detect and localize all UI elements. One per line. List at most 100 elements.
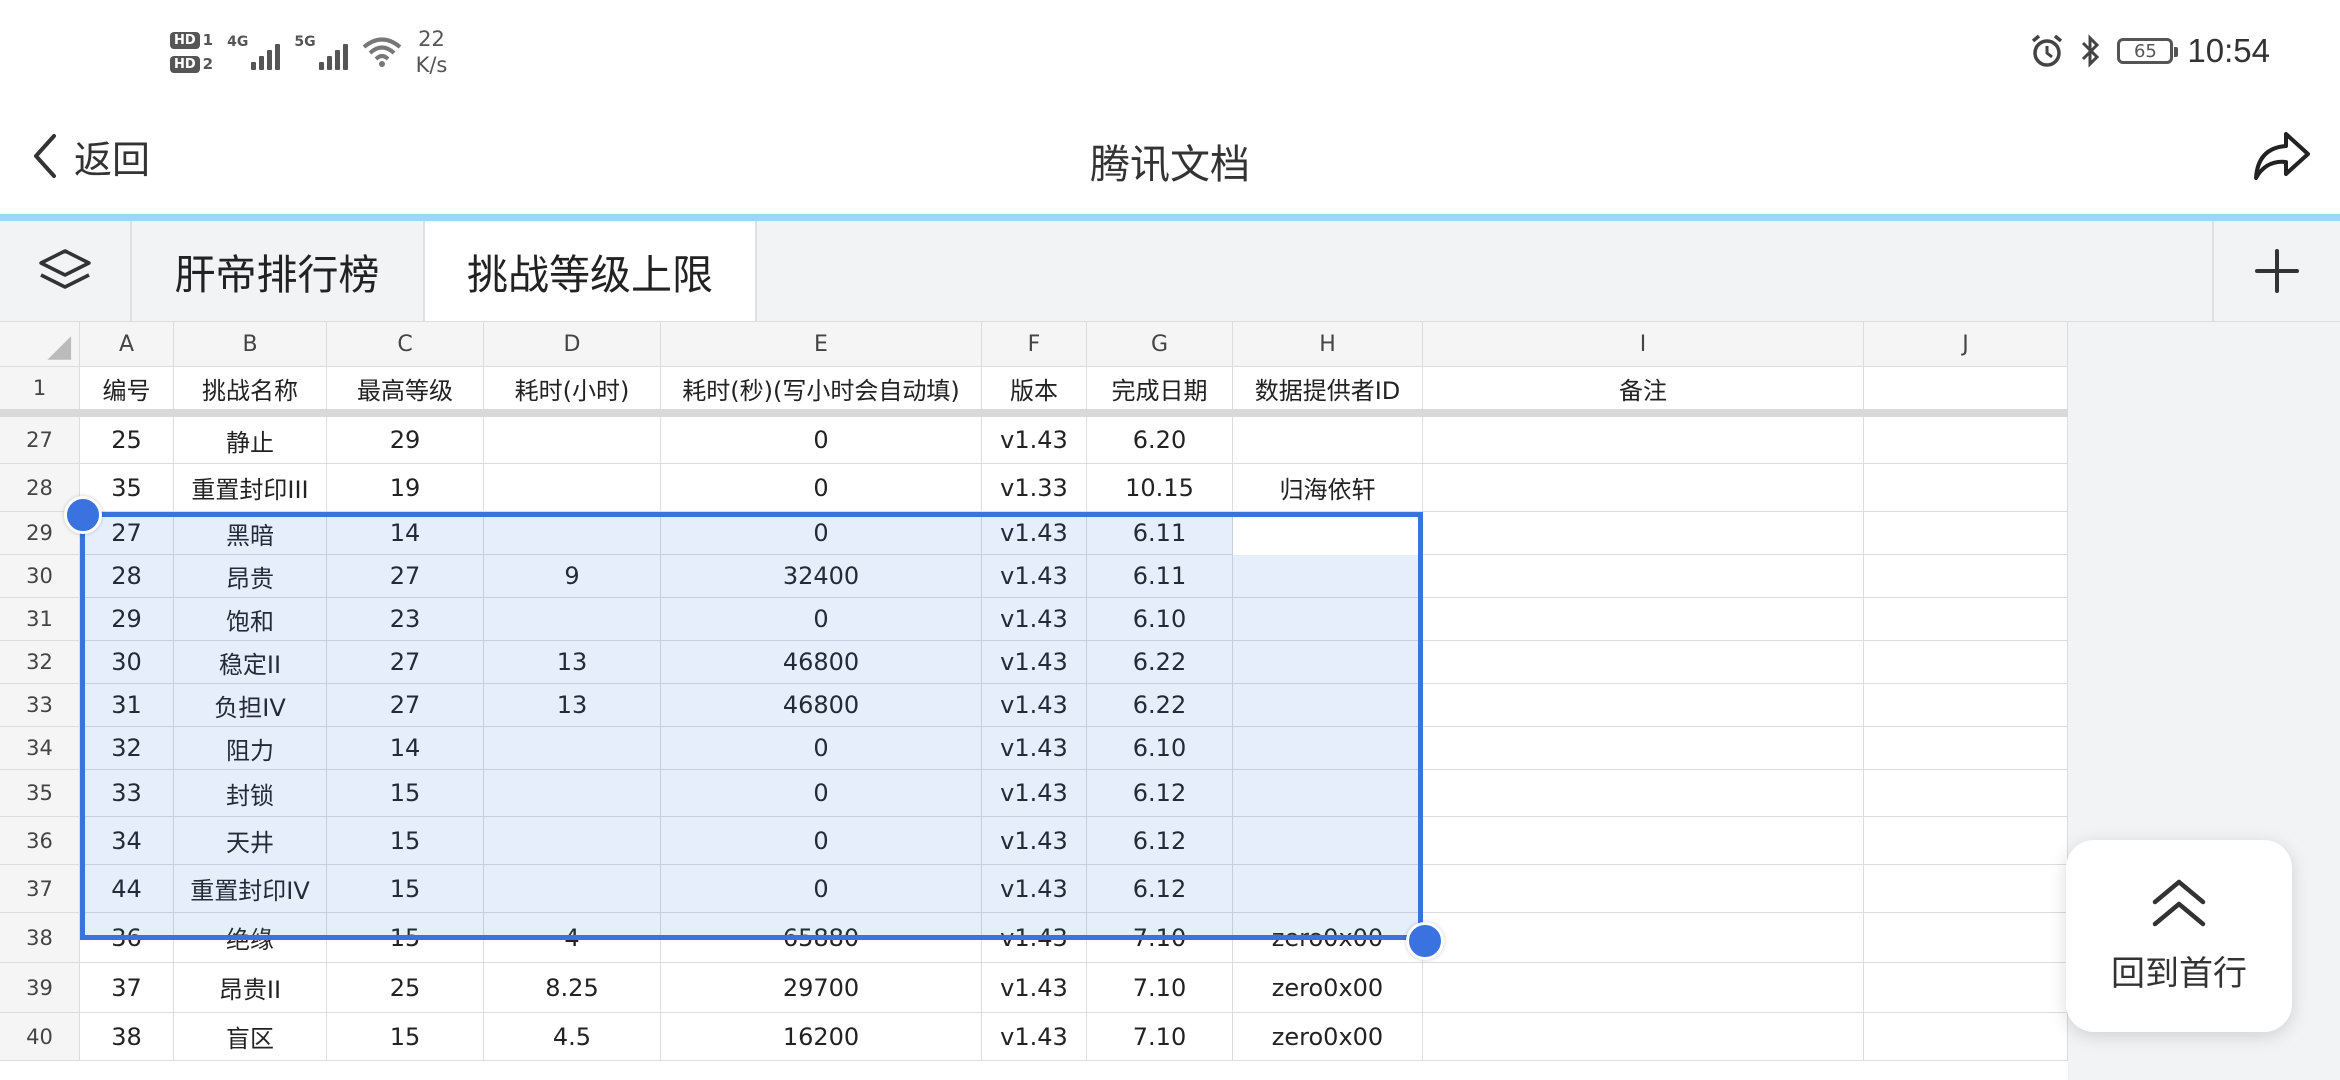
row-header[interactable]: 32 bbox=[0, 641, 80, 684]
table-cell[interactable]: v1.43 bbox=[982, 727, 1087, 770]
table-cell[interactable]: v1.43 bbox=[982, 817, 1087, 865]
table-cell[interactable] bbox=[1423, 464, 1864, 512]
table-cell[interactable]: 10.15 bbox=[1087, 464, 1233, 512]
table-cell[interactable]: 38 bbox=[80, 1013, 174, 1061]
table-cell[interactable]: 0 bbox=[661, 727, 982, 770]
table-cell[interactable]: v1.43 bbox=[982, 963, 1087, 1013]
table-cell[interactable] bbox=[484, 770, 661, 817]
table-cell[interactable]: 负担IV bbox=[174, 684, 327, 727]
table-cell[interactable] bbox=[1864, 464, 2068, 512]
table-cell[interactable]: 19 bbox=[327, 464, 484, 512]
table-cell[interactable]: 0 bbox=[661, 817, 982, 865]
table-cell[interactable]: 29700 bbox=[661, 963, 982, 1013]
table-cell[interactable] bbox=[1864, 684, 2068, 727]
table-cell[interactable]: 27 bbox=[327, 641, 484, 684]
table-cell[interactable]: 30 bbox=[80, 641, 174, 684]
table-cell[interactable]: 32 bbox=[80, 727, 174, 770]
table-cell[interactable]: 44 bbox=[80, 865, 174, 913]
header-cell[interactable]: 完成日期 bbox=[1087, 367, 1233, 410]
header-cell[interactable]: 编号 bbox=[80, 367, 174, 410]
row-header[interactable]: 33 bbox=[0, 684, 80, 727]
column-header[interactable]: J bbox=[1864, 322, 2068, 367]
table-cell[interactable]: 7.10 bbox=[1087, 1013, 1233, 1061]
table-cell[interactable]: 13 bbox=[484, 684, 661, 727]
table-cell[interactable] bbox=[1233, 417, 1423, 464]
column-header[interactable]: H bbox=[1233, 322, 1423, 367]
table-cell[interactable] bbox=[1423, 417, 1864, 464]
table-cell[interactable]: 33 bbox=[80, 770, 174, 817]
table-cell[interactable] bbox=[484, 865, 661, 913]
table-cell[interactable]: zero0x00 bbox=[1233, 963, 1423, 1013]
table-cell[interactable]: zero0x00 bbox=[1233, 913, 1423, 963]
table-cell[interactable] bbox=[484, 512, 661, 555]
table-cell[interactable]: v1.43 bbox=[982, 512, 1087, 555]
table-cell[interactable]: 天井 bbox=[174, 817, 327, 865]
table-cell[interactable]: v1.43 bbox=[982, 770, 1087, 817]
column-header[interactable]: A bbox=[80, 322, 174, 367]
table-cell[interactable] bbox=[1423, 641, 1864, 684]
table-cell[interactable]: 昂贵II bbox=[174, 963, 327, 1013]
table-cell[interactable]: 29 bbox=[80, 598, 174, 641]
header-cell[interactable] bbox=[1864, 367, 2068, 410]
table-cell[interactable] bbox=[1423, 512, 1864, 555]
table-cell[interactable]: 重置封印III bbox=[174, 464, 327, 512]
table-cell[interactable] bbox=[1423, 865, 1864, 913]
table-cell[interactable]: 6.12 bbox=[1087, 770, 1233, 817]
table-cell[interactable]: 15 bbox=[327, 913, 484, 963]
table-cell[interactable]: 静止 bbox=[174, 417, 327, 464]
table-cell[interactable] bbox=[1864, 865, 2068, 913]
table-cell[interactable]: 6.12 bbox=[1087, 817, 1233, 865]
table-cell[interactable]: v1.43 bbox=[982, 684, 1087, 727]
table-cell[interactable] bbox=[1423, 817, 1864, 865]
row-header[interactable]: 40 bbox=[0, 1013, 80, 1061]
table-cell[interactable] bbox=[1233, 641, 1423, 684]
table-cell[interactable]: 稳定II bbox=[174, 641, 327, 684]
sheet-list-button[interactable] bbox=[0, 221, 132, 321]
header-cell[interactable]: 最高等级 bbox=[327, 367, 484, 410]
table-cell[interactable]: 65880 bbox=[661, 913, 982, 963]
table-cell[interactable]: v1.43 bbox=[982, 598, 1087, 641]
table-cell[interactable]: 16200 bbox=[661, 1013, 982, 1061]
table-cell[interactable]: 15 bbox=[327, 770, 484, 817]
table-cell[interactable]: 6.11 bbox=[1087, 555, 1233, 598]
table-cell[interactable]: 6.10 bbox=[1087, 598, 1233, 641]
column-header[interactable]: I bbox=[1423, 322, 1864, 367]
table-cell[interactable]: v1.43 bbox=[982, 1013, 1087, 1061]
table-cell[interactable]: 7.10 bbox=[1087, 913, 1233, 963]
table-cell[interactable] bbox=[484, 817, 661, 865]
table-cell[interactable] bbox=[1864, 598, 2068, 641]
table-cell[interactable] bbox=[1233, 770, 1423, 817]
header-cell[interactable]: 挑战名称 bbox=[174, 367, 327, 410]
table-cell[interactable] bbox=[1423, 684, 1864, 727]
table-cell[interactable]: 6.10 bbox=[1087, 727, 1233, 770]
table-cell[interactable]: 归海依轩 bbox=[1233, 464, 1423, 512]
column-header[interactable]: B bbox=[174, 322, 327, 367]
share-button[interactable] bbox=[2252, 128, 2312, 184]
table-cell[interactable]: 31 bbox=[80, 684, 174, 727]
table-cell[interactable] bbox=[1864, 913, 2068, 963]
table-cell[interactable] bbox=[1423, 770, 1864, 817]
column-header[interactable]: D bbox=[484, 322, 661, 367]
table-cell[interactable] bbox=[1864, 1013, 2068, 1061]
table-cell[interactable]: v1.43 bbox=[982, 865, 1087, 913]
table-cell[interactable]: v1.33 bbox=[982, 464, 1087, 512]
table-cell[interactable]: 14 bbox=[327, 512, 484, 555]
table-cell[interactable] bbox=[1233, 555, 1423, 598]
table-cell[interactable]: 14 bbox=[327, 727, 484, 770]
back-to-top-button[interactable]: 回到首行 bbox=[2066, 840, 2292, 1032]
table-cell[interactable]: v1.43 bbox=[982, 641, 1087, 684]
table-cell[interactable] bbox=[484, 598, 661, 641]
selection-end-handle[interactable] bbox=[1406, 922, 1444, 960]
row-header[interactable]: 1 bbox=[0, 367, 80, 410]
table-cell[interactable]: zero0x00 bbox=[1233, 1013, 1423, 1061]
table-cell[interactable] bbox=[1233, 684, 1423, 727]
table-cell[interactable] bbox=[1423, 598, 1864, 641]
table-cell[interactable]: 37 bbox=[80, 963, 174, 1013]
select-all-corner[interactable] bbox=[0, 322, 80, 367]
table-cell[interactable]: 29 bbox=[327, 417, 484, 464]
table-cell[interactable]: 6.22 bbox=[1087, 641, 1233, 684]
table-cell[interactable] bbox=[484, 464, 661, 512]
row-header[interactable]: 30 bbox=[0, 555, 80, 598]
column-header[interactable]: E bbox=[661, 322, 982, 367]
table-cell[interactable]: 13 bbox=[484, 641, 661, 684]
